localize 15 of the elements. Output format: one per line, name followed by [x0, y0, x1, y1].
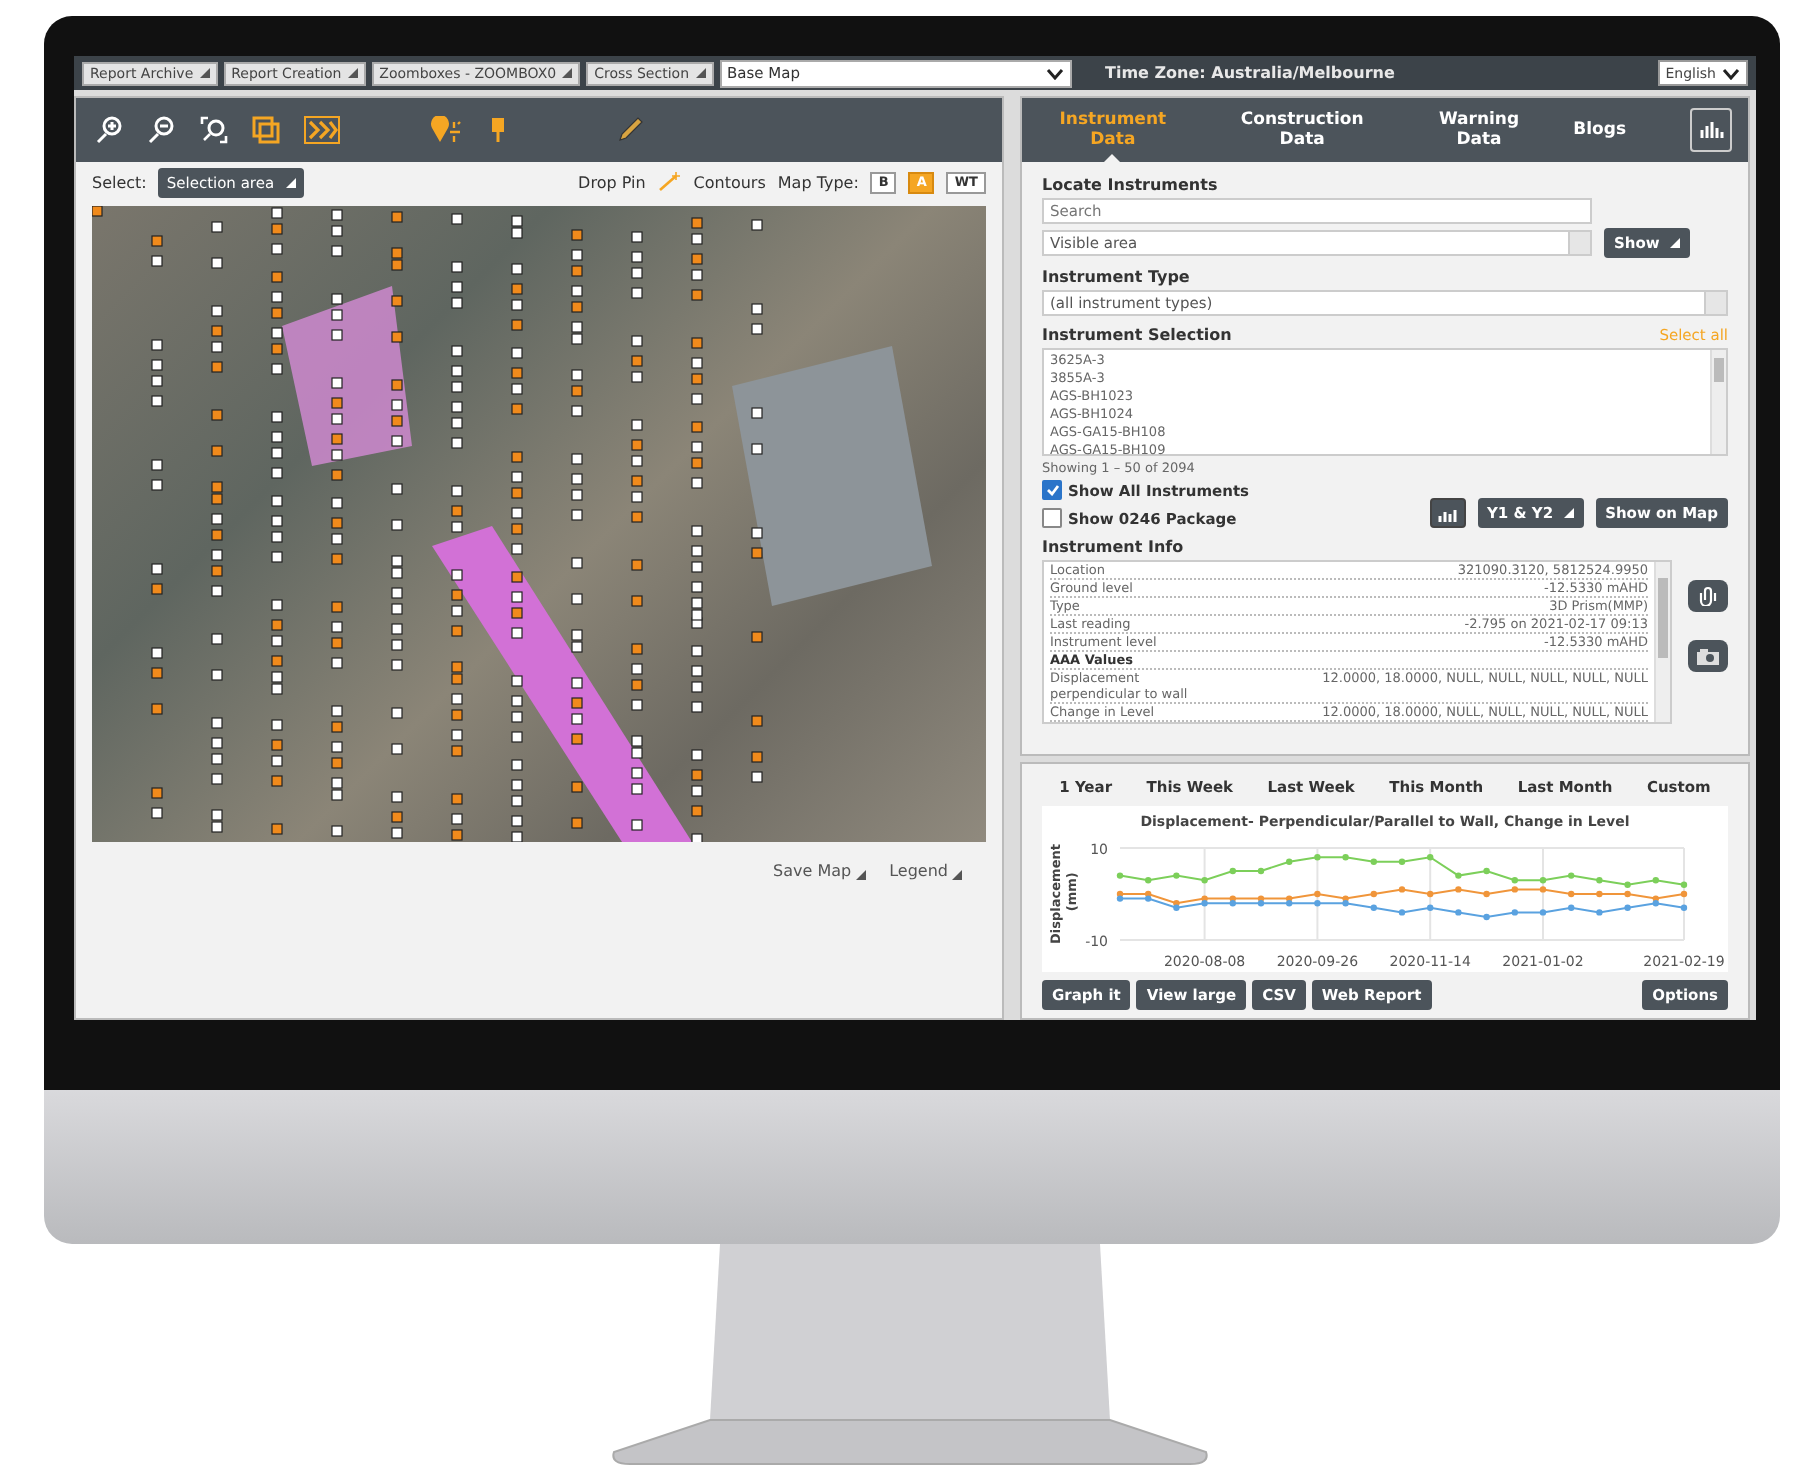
tab[interactable]: Blogs — [1573, 98, 1627, 162]
drop-pin-link[interactable]: Drop Pin — [578, 173, 646, 191]
section-heading: Instrument Type — [1042, 268, 1192, 286]
map-type-label: Map Type: — [777, 173, 859, 191]
contours-link[interactable]: Contours — [693, 173, 766, 191]
section-heading: Instrument Selection — [1042, 326, 1232, 344]
select-label: Select: — [92, 173, 147, 191]
tab[interactable]: Construction Data — [1219, 98, 1385, 162]
map-menu-link[interactable]: Save Map — [773, 862, 866, 880]
map-menu-link[interactable]: Legend — [889, 862, 962, 880]
time-zone-label: Time Zone: Australia/Melbourne — [1105, 64, 1397, 82]
section-heading: Instrument Info — [1042, 538, 1186, 556]
tab[interactable]: Warning Data — [1416, 98, 1542, 162]
section-heading: Locate Instruments — [1042, 176, 1220, 194]
tab[interactable]: Instrument Data — [1038, 98, 1188, 162]
